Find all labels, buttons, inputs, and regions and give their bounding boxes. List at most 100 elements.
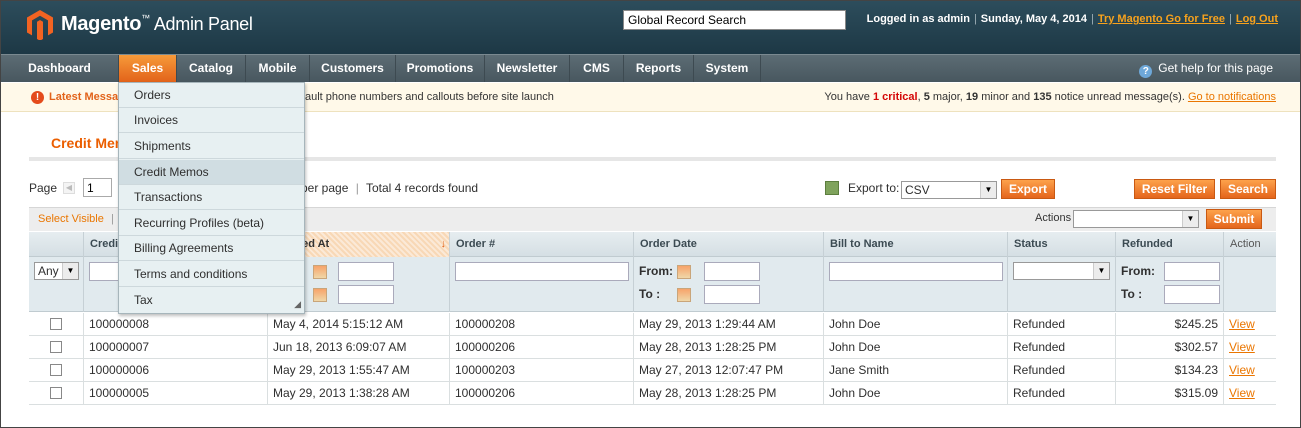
separator: | <box>1228 13 1232 25</box>
refunded-cell: $134.23 <box>1116 359 1224 381</box>
order-filter-input[interactable] <box>455 262 629 281</box>
menu-item-recurring-profiles[interactable]: Recurring Profiles (beta) <box>119 211 304 236</box>
bill-to-cell: John Doe <box>824 382 1008 404</box>
actions-select[interactable]: ▼ <box>1073 210 1199 228</box>
created-to-input[interactable] <box>338 285 394 304</box>
row-checkbox-cell <box>29 313 84 335</box>
total-records: Total 4 records found <box>365 181 479 195</box>
calendar-icon[interactable] <box>677 288 691 302</box>
window-frame: Magento™Admin Panel Logged in as admin|S… <box>0 0 1301 428</box>
row-checkbox-cell <box>29 336 84 358</box>
table-row[interactable]: 100000005 May 29, 2013 1:38:28 AM 100000… <box>29 382 1276 405</box>
critical-count: 1 critical <box>872 91 918 103</box>
row-checkbox[interactable] <box>50 364 62 376</box>
page-number-input[interactable] <box>83 178 112 197</box>
status-cell: Refunded <box>1008 336 1116 358</box>
order-date-to-input[interactable] <box>704 285 760 304</box>
logout-link[interactable]: Log Out <box>1236 13 1278 25</box>
created-from-input[interactable] <box>338 262 394 281</box>
filter-select-cell: Any ▼ <box>29 257 84 312</box>
row-checkbox[interactable] <box>50 341 62 353</box>
credit-cell: 100000008 <box>84 313 268 335</box>
menu-item-tax[interactable]: Tax <box>119 288 304 313</box>
credit-cell: 100000007 <box>84 336 268 358</box>
go-to-notifications-link[interactable]: Go to notifications <box>1188 91 1276 103</box>
select-visible-link[interactable]: Select Visible <box>38 213 104 225</box>
nav-system[interactable]: System <box>694 55 761 82</box>
view-link[interactable]: View <box>1229 363 1255 377</box>
nav-sales[interactable]: Sales <box>119 55 177 82</box>
credit-cell: 100000006 <box>84 359 268 381</box>
refunded-to-label: To : <box>1121 287 1143 301</box>
notice-count: 135 <box>1033 91 1052 103</box>
status-cell: Refunded <box>1008 359 1116 381</box>
any-select[interactable]: Any ▼ <box>34 262 79 280</box>
refunded-cell: $315.09 <box>1116 382 1224 404</box>
order-date-cell: May 28, 2013 1:28:25 PM <box>634 336 824 358</box>
calendar-icon[interactable] <box>677 265 691 279</box>
nav-newsletter[interactable]: Newsletter <box>485 55 570 82</box>
view-link[interactable]: View <box>1229 317 1255 331</box>
nav-promotions[interactable]: Promotions <box>396 55 485 82</box>
reset-filter-button[interactable]: Reset Filter <box>1134 179 1215 199</box>
created-at-cell: May 29, 2013 1:38:28 AM <box>268 382 450 404</box>
status-filter-select[interactable]: ▼ <box>1013 262 1110 280</box>
nav-customers[interactable]: Customers <box>310 55 396 82</box>
menu-item-orders[interactable]: Orders <box>119 83 304 108</box>
export-format-select[interactable]: CSV ▼ <box>901 181 997 199</box>
calendar-icon[interactable] <box>313 265 327 279</box>
nav-reports[interactable]: Reports <box>624 55 694 82</box>
help-link[interactable]: ? Get help for this page <box>1139 55 1273 81</box>
bill-to-filter-input[interactable] <box>829 262 1003 281</box>
nav-dashboard[interactable]: Dashboard <box>1 55 119 82</box>
column-header-bill-to-name[interactable]: Bill to Name <box>824 232 1008 257</box>
nav-catalog[interactable]: Catalog <box>177 55 246 82</box>
menu-item-shipments[interactable]: Shipments <box>119 134 304 159</box>
column-header-refunded[interactable]: Refunded <box>1116 232 1224 257</box>
table-row[interactable]: 100000007 Jun 18, 2013 6:09:07 AM 100000… <box>29 336 1276 359</box>
refunded-to-input[interactable] <box>1164 285 1220 304</box>
chevron-down-icon: ▼ <box>1182 211 1198 227</box>
brand-trademark: ™ <box>141 13 150 23</box>
main-nav: Dashboard Sales Catalog Mobile Customers… <box>1 54 1300 82</box>
refunded-from-label: From: <box>1121 264 1155 278</box>
global-search-input[interactable] <box>623 10 846 30</box>
status-cell: Refunded <box>1008 382 1116 404</box>
search-button[interactable]: Search <box>1220 179 1276 199</box>
view-link[interactable]: View <box>1229 340 1255 354</box>
sort-arrow-down-icon: ↓ <box>440 238 447 250</box>
separator: | <box>355 181 359 195</box>
menu-item-terms-and-conditions[interactable]: Terms and conditions <box>119 262 304 287</box>
status-cell: Refunded <box>1008 313 1116 335</box>
view-link[interactable]: View <box>1229 386 1255 400</box>
pager: Page ◀ <box>29 178 112 197</box>
nav-cms[interactable]: CMS <box>570 55 624 82</box>
logged-in-text: Logged in as admin <box>866 13 970 25</box>
filter-status-cell: ▼ <box>1008 257 1116 312</box>
table-row[interactable]: 100000006 May 29, 2013 1:55:47 AM 100000… <box>29 359 1276 382</box>
order-cell: 100000206 <box>450 382 634 404</box>
column-header-status[interactable]: Status <box>1008 232 1116 257</box>
order-date-from-input[interactable] <box>704 262 760 281</box>
export-button[interactable]: Export <box>1001 179 1055 199</box>
row-checkbox[interactable] <box>50 387 62 399</box>
column-header-order[interactable]: Order # <box>450 232 634 257</box>
help-label: Get help for this page <box>1158 61 1273 75</box>
try-magento-go-link[interactable]: Try Magento Go for Free <box>1098 13 1225 25</box>
menu-item-credit-memos[interactable]: Credit Memos <box>119 160 304 185</box>
refunded-cell: $302.57 <box>1116 336 1224 358</box>
refunded-from-input[interactable] <box>1164 262 1220 281</box>
nav-mobile[interactable]: Mobile <box>246 55 310 82</box>
submit-button[interactable]: Submit <box>1206 209 1262 229</box>
menu-item-billing-agreements[interactable]: Billing Agreements <box>119 236 304 261</box>
help-icon: ? <box>1139 65 1153 78</box>
chevron-down-icon: ▼ <box>62 263 78 279</box>
previous-page-icon[interactable]: ◀ <box>63 182 75 194</box>
calendar-icon[interactable] <box>313 288 327 302</box>
filter-order-date-cell: From: To : <box>634 257 824 312</box>
column-header-order-date[interactable]: Order Date <box>634 232 824 257</box>
menu-item-transactions[interactable]: Transactions <box>119 185 304 210</box>
menu-item-invoices[interactable]: Invoices <box>119 108 304 133</box>
row-checkbox[interactable] <box>50 318 62 330</box>
table-row[interactable]: 100000008 May 4, 2014 5:15:12 AM 1000002… <box>29 313 1276 336</box>
